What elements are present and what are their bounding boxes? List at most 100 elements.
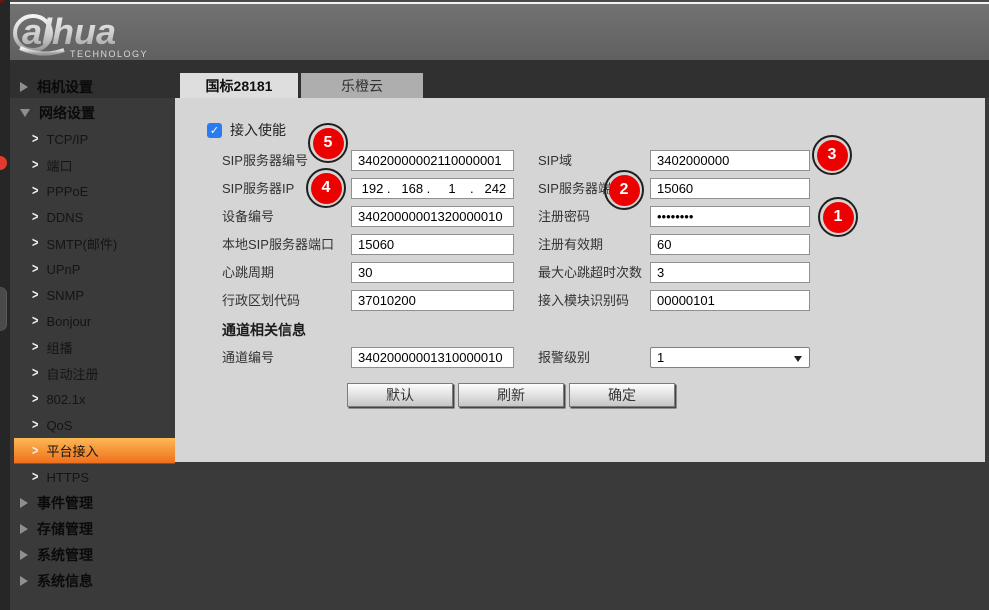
sidebar-item-autoregister[interactable]: > 自动注册 [10,360,175,386]
sidebar-menu: 相机设置 网络设置 >TCP/IP >端口 >PPPoE >DDNS >SMTP… [10,60,175,610]
channel-id-label: 通道编号 [222,347,274,368]
sip-domain-label: SIP域 [538,150,572,171]
callout-number: 1 [823,202,854,233]
callout-number: 2 [609,175,640,206]
chevron-right-icon: > [32,210,38,225]
sidebar-item-label: UPnP [46,262,80,277]
device-id-label: 设备编号 [222,206,274,227]
callout-badge-1: 1 [818,197,858,237]
sidebar-group-system[interactable]: 系统管理 [10,542,175,568]
local-sip-port-label: 本地SIP服务器端口 [222,234,334,255]
sidebar-item-label: QoS [46,418,72,433]
max-heartbeat-timeout-input[interactable] [650,262,810,283]
sidebar-group-event[interactable]: 事件管理 [10,490,175,516]
tab-gb28181[interactable]: 国标28181 [180,73,298,98]
register-password-label: 注册密码 [538,206,590,227]
triangle-right-icon [20,498,28,508]
chevron-right-icon: > [32,470,38,485]
register-validity-label: 注册有效期 [538,234,603,255]
corner-dot [0,0,4,3]
sidebar-collapse-handle[interactable] [0,287,7,331]
sidebar-group-camera[interactable]: 相机设置 [10,74,175,100]
tab-bar: 国标28181 乐橙云 [180,73,423,98]
chevron-right-icon: > [32,132,38,147]
triangle-right-icon [20,524,28,534]
dropdown-chevron-icon [794,356,802,362]
chevron-right-icon: > [32,418,38,433]
sidebar-item-label: PPPoE [46,184,88,199]
chevron-right-icon: > [32,158,38,173]
admin-region-code-label: 行政区划代码 [222,290,300,311]
callout-number: 4 [311,173,342,204]
sidebar-item-https[interactable]: > HTTPS [10,464,175,490]
sidebar-item-label: 自动注册 [46,364,98,383]
sidebar-item-label: DDNS [46,210,83,225]
sidebar-item-label: SNMP [46,288,84,303]
triangle-right-icon [20,550,28,560]
sidebar-group-label: 系统管理 [37,545,93,565]
sidebar-item-qos[interactable]: > QoS [10,412,175,438]
sidebar-item-label: 端口 [46,156,72,175]
sidebar-group-label: 系统信息 [37,571,93,591]
callout-badge-4: 4 [306,168,346,208]
access-module-id-input[interactable] [650,290,810,311]
sip-server-port-input[interactable] [650,178,810,199]
callout-badge-5: 5 [308,123,348,163]
sidebar-item-upnp[interactable]: >UPnP [10,256,175,282]
heartbeat-period-label: 心跳周期 [222,262,274,283]
alarm-level-value: 1 [657,350,664,365]
heartbeat-period-input[interactable] [351,262,514,283]
sip-server-ip-label: SIP服务器IP [222,178,294,199]
alert-dot-icon [0,156,7,170]
sidebar-item-snmp[interactable]: > SNMP [10,282,175,308]
access-enable-checkbox[interactable]: ✓ [207,123,222,138]
refresh-button[interactable]: 刷新 [458,383,564,407]
chevron-right-icon: > [32,340,38,355]
device-id-input[interactable] [351,206,514,227]
default-button[interactable]: 默认 [347,383,453,407]
alarm-level-select[interactable]: 1 [650,347,810,368]
sidebar-item-label: TCP/IP [46,132,88,147]
sidebar-item-label: 组播 [46,338,72,357]
sidebar-item-tcpip[interactable]: > TCP/IP [10,126,175,152]
admin-region-code-input[interactable] [351,290,514,311]
sidebar-item-smtp[interactable]: >SMTP(邮件) [10,230,175,256]
max-heartbeat-timeout-label: 最大心跳超时次数 [538,262,642,283]
sidebar-item-port[interactable]: > 端口 [10,152,175,178]
sidebar-item-platform-access[interactable]: >平台接入 [14,438,175,464]
sidebar-item-label: Bonjour [46,314,91,329]
chevron-right-icon: > [32,314,38,329]
local-sip-port-input[interactable] [351,234,514,255]
triangle-right-icon [20,576,28,586]
sip-server-ip-input[interactable] [351,178,514,199]
register-password-input[interactable] [650,206,810,227]
chevron-right-icon: > [32,236,38,251]
channel-id-input[interactable] [351,347,514,368]
logo-sub-text: TECHNOLOGY [70,49,148,59]
chevron-right-icon: > [32,366,38,381]
sip-server-id-input[interactable] [351,150,514,171]
tab-lechengyun[interactable]: 乐橙云 [301,73,423,98]
sidebar-item-8021x[interactable]: >802.1x [10,386,175,412]
sidebar-group-network[interactable]: 网络设置 [10,100,175,126]
chevron-right-icon: > [32,443,38,458]
logo-brand-text: alhua [22,11,116,52]
sidebar-group-label: 相机设置 [37,77,93,97]
sidebar-item-ddns[interactable]: > DDNS [10,204,175,230]
confirm-button[interactable]: 确定 [569,383,675,407]
sidebar-item-multicast[interactable]: > 组播 [10,334,175,360]
sip-domain-input[interactable] [650,150,810,171]
chevron-right-icon: > [32,288,38,303]
sidebar-item-bonjour[interactable]: > Bonjour [10,308,175,334]
register-validity-input[interactable] [650,234,810,255]
left-edge-strip [0,0,10,610]
sidebar-group-sysinfo[interactable]: 系统信息 [10,568,175,594]
sidebar-item-label: HTTPS [46,470,89,485]
sidebar-item-pppoe[interactable]: >PPPoE [10,178,175,204]
access-enable-label: 接入使能 [230,120,286,140]
dahua-logo: alhua TECHNOLOGY [12,8,182,65]
triangle-right-icon [20,82,28,92]
sidebar-group-storage[interactable]: 存储管理 [10,516,175,542]
callout-number: 5 [313,128,344,159]
chevron-right-icon: > [32,392,38,407]
